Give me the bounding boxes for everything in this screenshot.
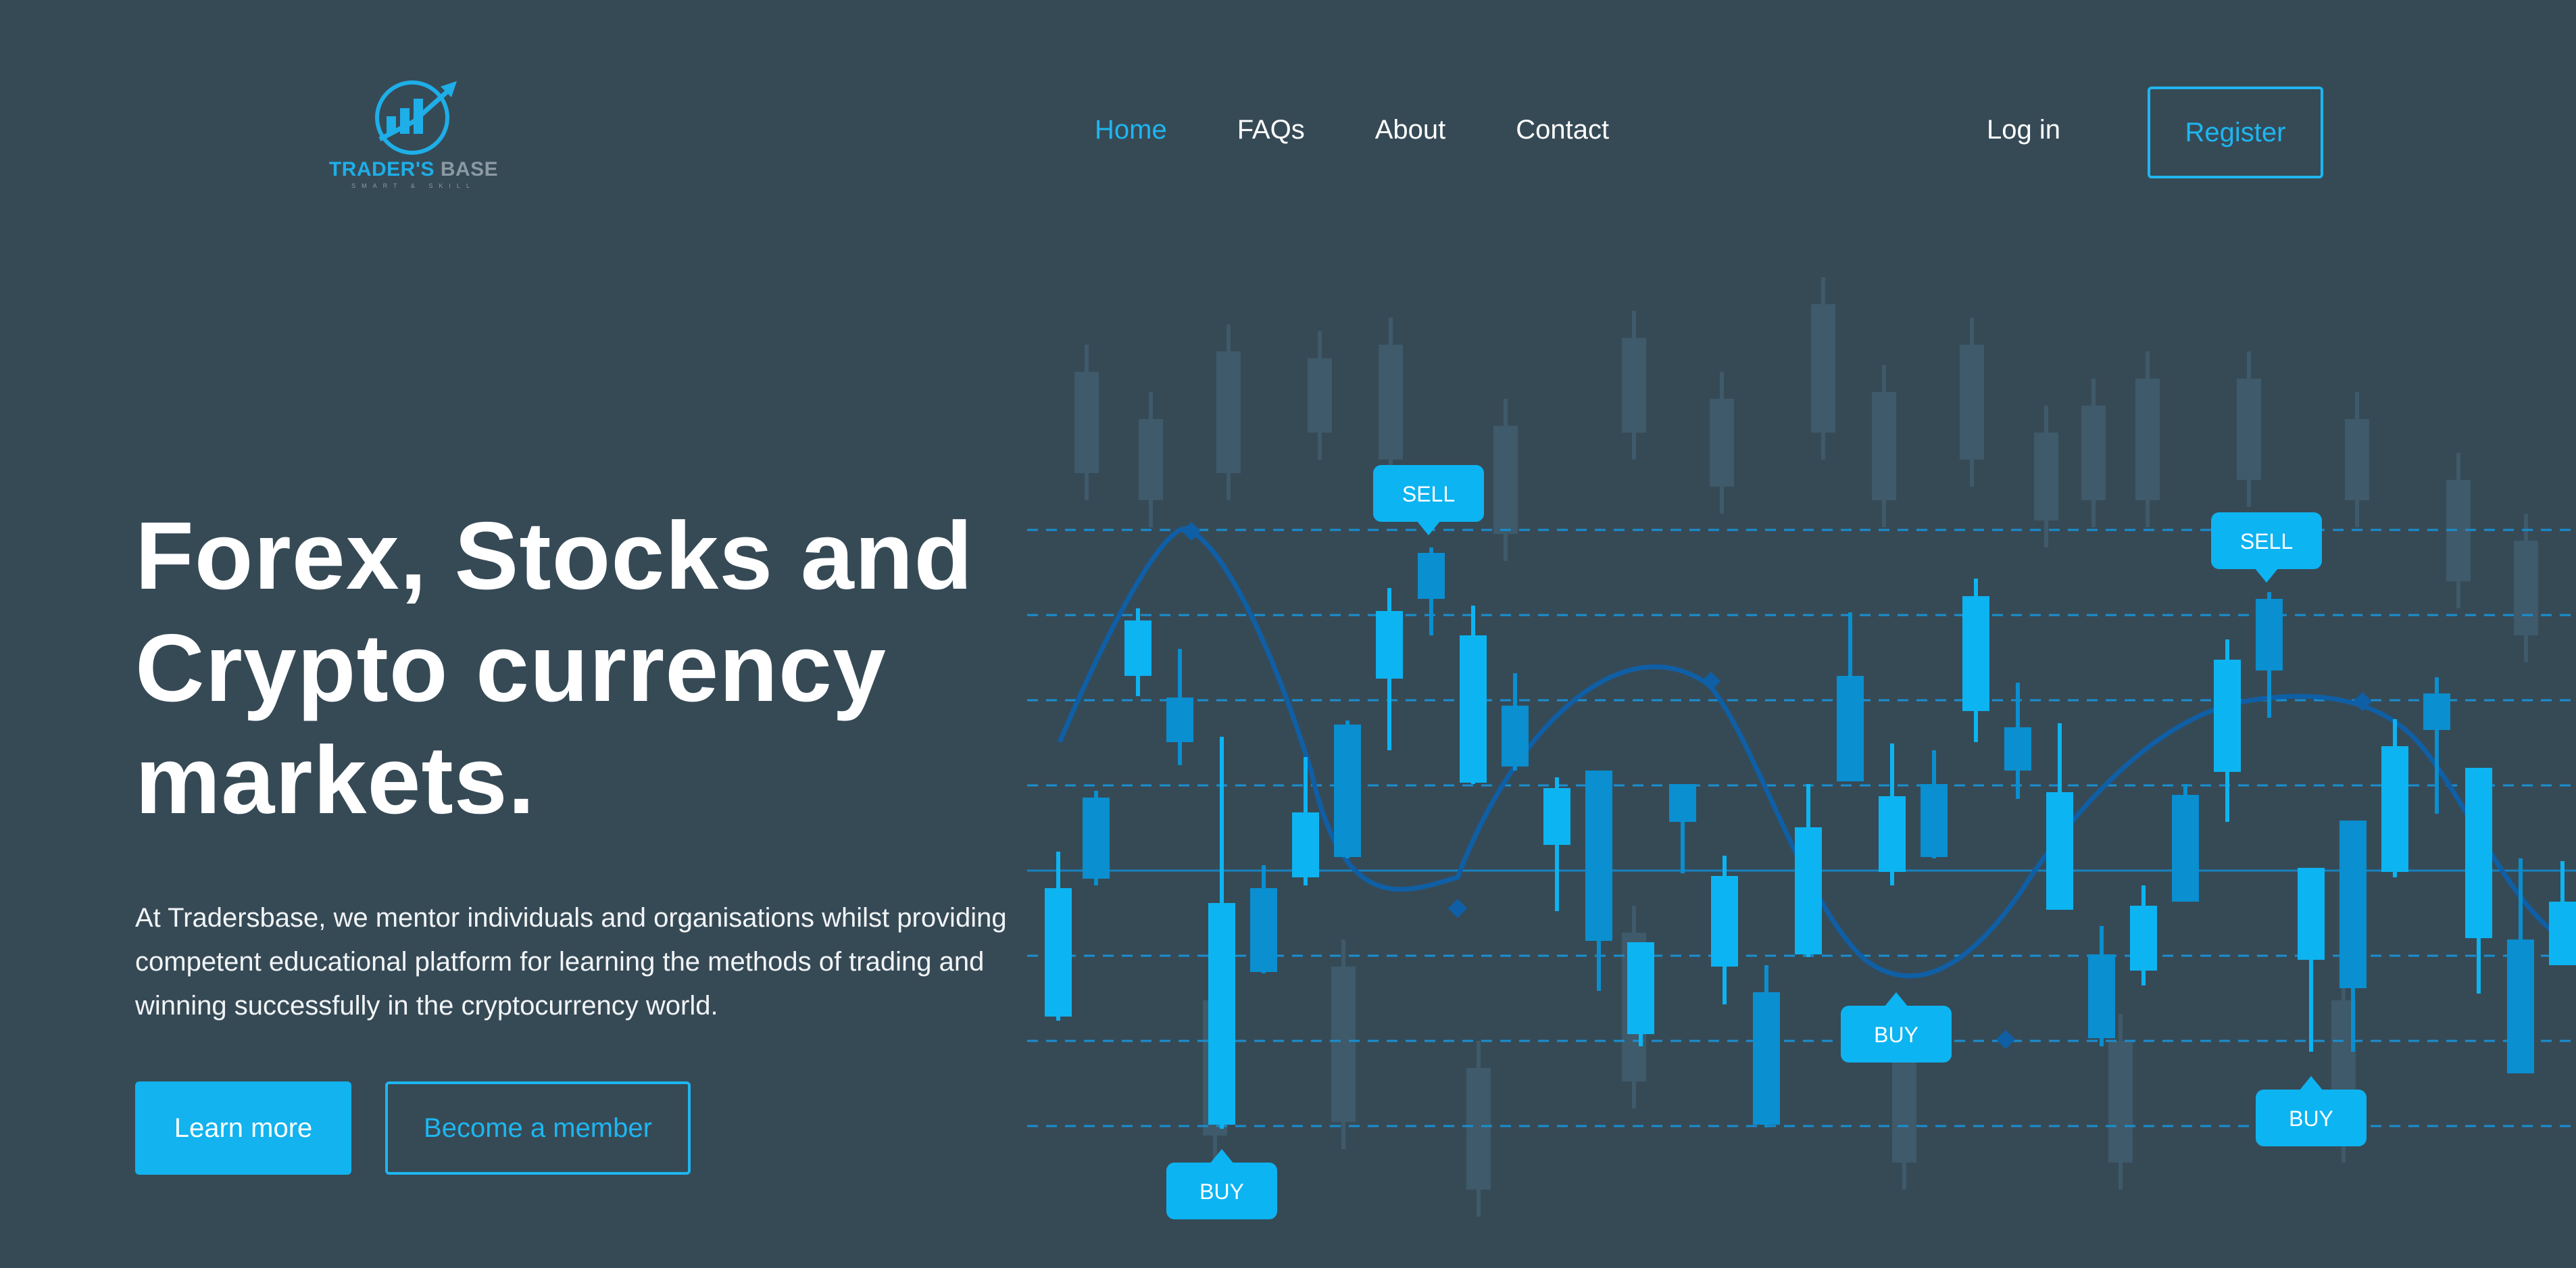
signal-tag-pointer — [2254, 568, 2279, 583]
main-nav: Home FAQs About Contact — [1095, 115, 1609, 145]
hero-description: At Tradersbase, we mentor individuals an… — [135, 903, 1007, 1021]
signal-tag-pointer — [2299, 1076, 2323, 1091]
nav-about[interactable]: About — [1375, 115, 1446, 145]
candle-body — [2507, 940, 2534, 1073]
candle-body — [2130, 906, 2157, 971]
candle-body — [1334, 725, 1361, 857]
signal-label: BUY — [1199, 1179, 1244, 1204]
signal-label: SELL — [2240, 529, 2293, 554]
candle-body — [2381, 746, 2408, 872]
candle-body — [1669, 784, 1696, 822]
background-candle — [1710, 399, 1734, 487]
candle-body — [2256, 599, 2283, 670]
candlestick-illustration: SELL SELL BUY BUY BUY — [1027, 277, 2576, 1219]
background-candle — [1308, 358, 1332, 433]
wave-marker — [1447, 898, 1468, 919]
candle-body — [1166, 698, 1193, 742]
candle-body — [1124, 620, 1151, 676]
candle-body — [2004, 727, 2031, 771]
hero-title: Forex, Stocks and Crypto currency market… — [135, 500, 1047, 837]
candle-body — [2046, 792, 2073, 910]
signal-tag: SELL — [2211, 512, 2322, 583]
candle-body — [1083, 798, 1110, 879]
background-candles — [1074, 277, 2538, 1217]
candle-body — [1962, 596, 1989, 711]
background-candle — [2237, 379, 2261, 480]
nav-contact[interactable]: Contact — [1516, 115, 1609, 145]
candle-body — [2088, 954, 2115, 1038]
candle-body — [1543, 788, 1570, 845]
background-candle — [2081, 406, 2106, 500]
signal-label: BUY — [2289, 1106, 2333, 1131]
candle-body — [1795, 827, 1822, 954]
background-candle — [1139, 419, 1163, 500]
logo-tagline: SMART & SKILL — [351, 182, 476, 189]
candle-body — [1753, 992, 1780, 1125]
wave-marker — [1996, 1029, 2016, 1050]
background-candle — [1466, 1068, 1491, 1190]
candle-body — [2214, 660, 2241, 772]
background-candle — [1622, 338, 1646, 433]
candle-body — [2298, 868, 2325, 960]
candle-body — [1045, 888, 1072, 1017]
signal-tag-pointer — [1416, 520, 1441, 535]
signal-tag: BUY — [1166, 1149, 1277, 1219]
become-member-button[interactable]: Become a member — [385, 1081, 691, 1175]
nav-home[interactable]: Home — [1095, 115, 1167, 145]
candle-body — [1921, 784, 1948, 857]
background-candle — [1074, 372, 1099, 473]
background-candle — [1872, 392, 1896, 500]
background-candle — [1811, 304, 1835, 433]
background-candle — [2135, 379, 2160, 500]
candle-body — [1502, 706, 1529, 766]
learn-more-button[interactable]: Learn more — [135, 1081, 351, 1175]
nav-faqs[interactable]: FAQs — [1237, 115, 1305, 145]
background-candle — [2034, 433, 2058, 520]
candle-body — [1627, 942, 1654, 1034]
logo-chart-icon — [375, 80, 457, 155]
candle-body — [1460, 635, 1487, 783]
candle-body — [1418, 553, 1445, 599]
candle-body — [1208, 903, 1235, 1125]
signal-label: SELL — [1402, 482, 1455, 506]
candle-body — [1837, 676, 1864, 781]
signal-tag: BUY — [1841, 992, 1952, 1063]
logo-wordmark: TRADER'S BASE — [328, 158, 499, 180]
background-candle — [1379, 345, 1403, 460]
hero-title-line-2: Crypto currency — [135, 614, 887, 722]
background-candle — [1331, 967, 1356, 1122]
candle-body — [2423, 693, 2450, 730]
logo[interactable]: TRADER'S BASE SMART & SKILL — [327, 74, 500, 193]
candle-body — [1292, 812, 1319, 877]
hero-title-line-3: markets. — [135, 727, 536, 834]
signal-tag: SELL — [1373, 465, 1484, 535]
candle-body — [1711, 876, 1738, 967]
login-link[interactable]: Log in — [1987, 115, 2060, 145]
background-candle — [2108, 1041, 2133, 1163]
background-candle — [2514, 541, 2538, 635]
candle-body — [2172, 795, 2199, 902]
background-candle — [2345, 419, 2369, 500]
candle-body — [1585, 771, 1612, 941]
background-candle — [1216, 351, 1241, 473]
background-candle — [1493, 426, 1518, 534]
candle-body — [1250, 888, 1277, 972]
candle-body — [1376, 611, 1403, 679]
background-candle — [1960, 345, 1984, 460]
candle-body — [2339, 821, 2367, 988]
candle-body — [1879, 796, 1906, 872]
register-button[interactable]: Register — [2148, 87, 2323, 178]
hero-title-line-1: Forex, Stocks and — [135, 502, 974, 610]
wave-marker — [1701, 671, 1721, 691]
candle-body — [2549, 902, 2576, 965]
signal-tag-pointer — [1884, 992, 1908, 1007]
candle-body — [2465, 768, 2492, 938]
signal-label: BUY — [1874, 1023, 1918, 1047]
